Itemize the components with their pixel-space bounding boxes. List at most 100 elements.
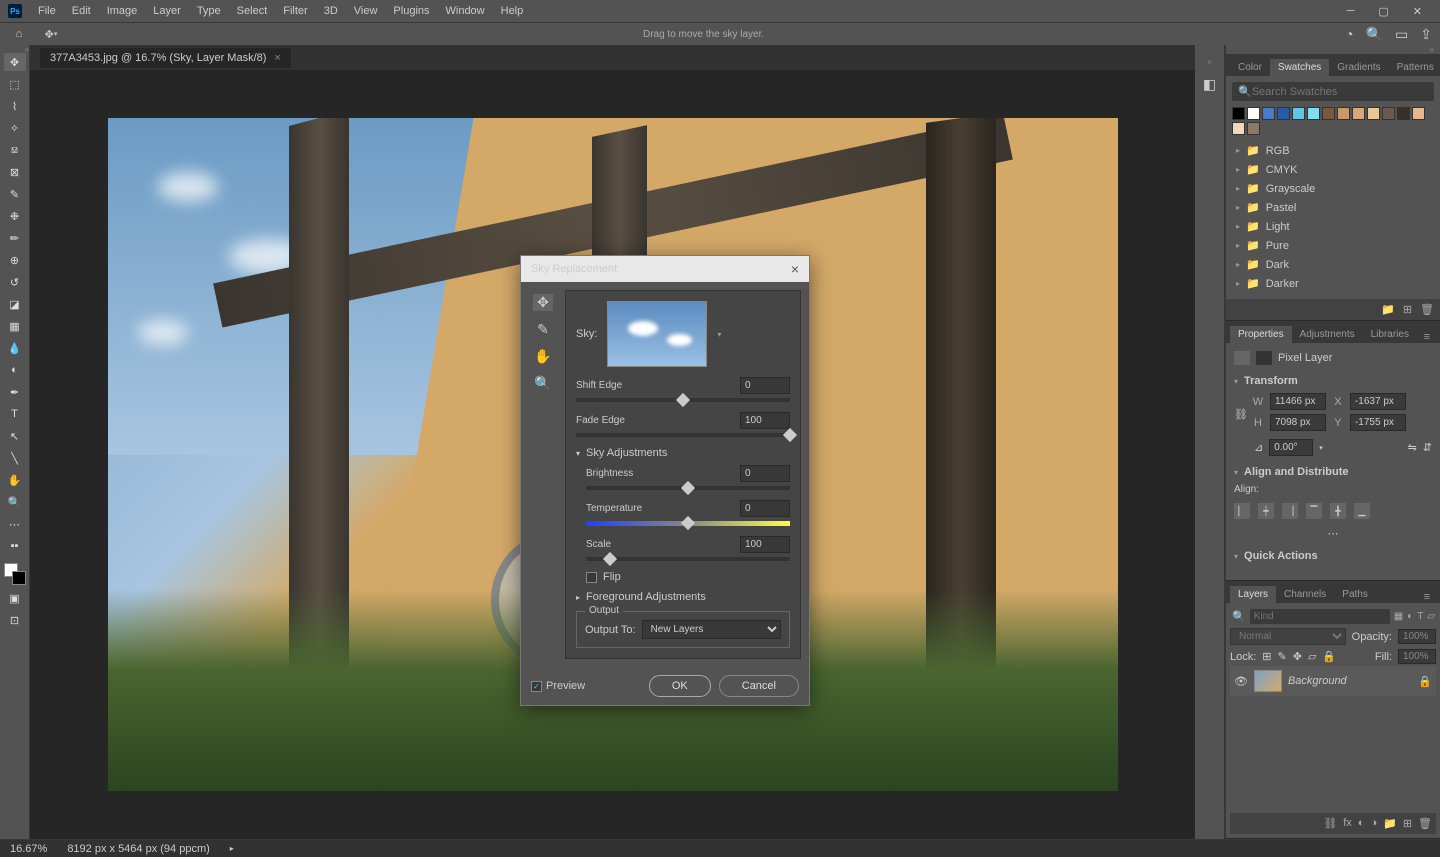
scale-slider[interactable] <box>586 557 790 561</box>
swatch-color[interactable] <box>1232 107 1245 120</box>
angle-input[interactable] <box>1269 439 1313 456</box>
background-color[interactable] <box>12 571 26 585</box>
menu-3d[interactable]: 3D <box>316 3 346 19</box>
delete-layer-icon[interactable]: 🗑 <box>1418 817 1432 830</box>
x-input[interactable] <box>1350 393 1406 410</box>
menu-view[interactable]: View <box>346 3 386 19</box>
layer-mask-icon[interactable]: ◐ <box>1358 817 1365 830</box>
swatch-color[interactable] <box>1352 107 1365 120</box>
search-swatches[interactable]: 🔍 <box>1232 82 1434 101</box>
swatch-folder-pure[interactable]: ▸📁Pure <box>1232 236 1434 255</box>
tab-properties[interactable]: Properties <box>1230 326 1292 343</box>
sky-preset-thumb[interactable] <box>607 301 707 367</box>
swatch-folder-pastel[interactable]: ▸📁Pastel <box>1232 198 1434 217</box>
layer-fx-icon[interactable]: fx <box>1343 817 1352 830</box>
flip-h-icon[interactable]: ⇋ <box>1408 441 1417 454</box>
filter-pixel-icon[interactable]: ▦ <box>1394 611 1403 622</box>
more-align-icon[interactable]: ⋯ <box>1328 528 1339 540</box>
zoom-tool[interactable]: 🔍 <box>4 493 26 511</box>
cancel-button[interactable]: Cancel <box>719 675 799 697</box>
menu-plugins[interactable]: Plugins <box>385 3 437 19</box>
swatch-folder-dark[interactable]: ▸📁Dark <box>1232 255 1434 274</box>
tab-paths[interactable]: Paths <box>1334 586 1376 603</box>
pen-tool[interactable]: ✒ <box>4 383 26 401</box>
swatch-color[interactable] <box>1247 122 1260 135</box>
temperature-slider[interactable] <box>586 521 790 526</box>
lock-trans-icon[interactable]: ⊞ <box>1262 650 1271 663</box>
more-tools[interactable]: ⋯ <box>4 515 26 533</box>
brightness-input[interactable] <box>740 465 790 482</box>
lock-pos-icon[interactable]: ✥ <box>1293 650 1302 663</box>
filter-shape-icon[interactable]: ▱ <box>1427 611 1435 622</box>
adjustment-layer-icon[interactable]: ◑ <box>1370 817 1377 830</box>
move-tool[interactable]: ✥ <box>4 53 26 71</box>
align-right[interactable]: ▕ <box>1282 503 1298 519</box>
tab-patterns[interactable]: Patterns <box>1389 59 1440 76</box>
swatch-color[interactable] <box>1262 107 1275 120</box>
cloud-account-icon[interactable]: ◔ <box>1345 26 1353 42</box>
close-tab-icon[interactable]: × <box>274 52 280 64</box>
swatch-color[interactable] <box>1277 107 1290 120</box>
document-tab[interactable]: 377A3453.jpg @ 16.7% (Sky, Layer Mask/8)… <box>40 48 291 68</box>
brush-tool[interactable]: ✏ <box>4 229 26 247</box>
tab-libraries[interactable]: Libraries <box>1363 326 1417 343</box>
crop-tool[interactable]: ⟏ <box>4 141 26 159</box>
collapse-panels[interactable]: » <box>1226 45 1440 54</box>
align-top[interactable]: ▔ <box>1306 503 1322 519</box>
tab-swatches[interactable]: Swatches <box>1270 59 1329 76</box>
swatch-folder-darker[interactable]: ▸📁Darker <box>1232 274 1434 293</box>
menu-help[interactable]: Help <box>493 3 532 19</box>
edit-toolbar[interactable]: ▪▪ <box>4 537 26 555</box>
expand-toolbar[interactable]: » <box>25 45 29 54</box>
lock-all-icon[interactable]: 🔒 <box>1322 650 1336 663</box>
layer-row[interactable]: 👁 Background 🔒 <box>1230 666 1436 696</box>
group-icon[interactable]: 📁 <box>1383 817 1397 830</box>
align-bottom[interactable]: ▁ <box>1354 503 1370 519</box>
swatch-color[interactable] <box>1247 107 1260 120</box>
line-tool[interactable]: ╲ <box>4 449 26 467</box>
workspace-icon[interactable]: ▭ <box>1395 26 1408 43</box>
transform-toggle[interactable]: ▾ Transform <box>1234 375 1432 387</box>
tab-color[interactable]: Color <box>1230 59 1270 76</box>
lock-artboard-icon[interactable]: ▱ <box>1308 650 1316 663</box>
quick-mask[interactable]: ▣ <box>4 589 26 607</box>
search-swatches-input[interactable] <box>1252 86 1428 98</box>
layer-lock-icon[interactable]: 🔒 <box>1418 675 1432 688</box>
swatch-folder-cmyk[interactable]: ▸📁CMYK <box>1232 160 1434 179</box>
menu-filter[interactable]: Filter <box>275 3 315 19</box>
filter-adjust-icon[interactable]: ◐ <box>1407 611 1413 622</box>
panel-menu-icon[interactable]: ≡ <box>1418 331 1436 343</box>
tab-layers[interactable]: Layers <box>1230 586 1276 603</box>
filter-type-icon[interactable]: T <box>1417 611 1423 622</box>
swatch-color[interactable] <box>1232 122 1245 135</box>
dialog-titlebar[interactable]: Sky Replacement × <box>521 256 809 282</box>
wand-tool[interactable]: ✧ <box>4 119 26 137</box>
frame-tool[interactable]: ⊠ <box>4 163 26 181</box>
lasso-tool[interactable]: ⌇ <box>4 97 26 115</box>
swatch-color[interactable] <box>1412 107 1425 120</box>
dock-icon[interactable]: ◧ <box>1203 76 1216 93</box>
preview-checkbox[interactable] <box>531 681 542 692</box>
y-input[interactable] <box>1350 414 1406 431</box>
new-folder-icon[interactable]: 📁 <box>1381 303 1395 316</box>
tab-adjustments[interactable]: Adjustments <box>1292 326 1363 343</box>
menu-window[interactable]: Window <box>438 3 493 19</box>
sky-adjustments-toggle[interactable]: ▾ Sky Adjustments <box>576 447 790 459</box>
maximize-button[interactable]: ▢ <box>1372 3 1394 20</box>
quick-actions-toggle[interactable]: ▾ Quick Actions <box>1234 550 1432 562</box>
dialog-move-tool[interactable]: ✥ <box>533 294 553 311</box>
align-hcenter[interactable]: ┿ <box>1258 503 1274 519</box>
link-wh-icon[interactable]: ⛓ <box>1234 408 1248 421</box>
path-tool[interactable]: ↖ <box>4 427 26 445</box>
new-layer-icon[interactable]: ⊞ <box>1403 817 1412 830</box>
brightness-slider[interactable] <box>586 486 790 490</box>
scale-input[interactable] <box>740 536 790 553</box>
opacity-input[interactable] <box>1398 629 1436 644</box>
minimize-button[interactable]: ─ <box>1341 3 1361 20</box>
stamp-tool[interactable]: ⊕ <box>4 251 26 269</box>
swatch-folder-rgb[interactable]: ▸📁RGB <box>1232 141 1434 160</box>
status-chevron-icon[interactable]: ▸ <box>230 844 234 853</box>
fade-edge-input[interactable] <box>740 412 790 429</box>
foreground-adjustments-toggle[interactable]: ▸ Foreground Adjustments <box>576 591 790 603</box>
menu-file[interactable]: File <box>30 3 64 19</box>
